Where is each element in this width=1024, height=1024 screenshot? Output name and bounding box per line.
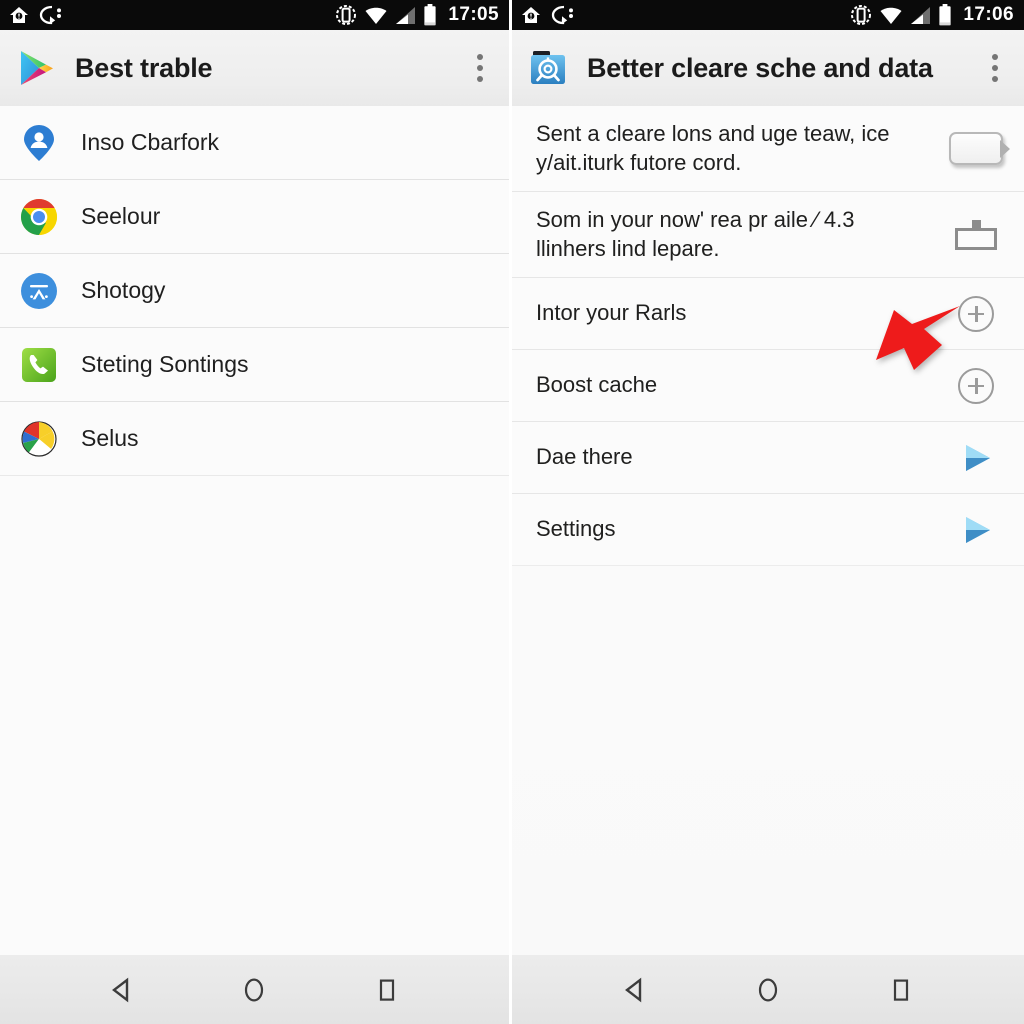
cellular-signal-icon [911,6,931,24]
list-item[interactable]: Seelour [0,180,509,254]
list-item-text: Sent a cleare lons and uge teaw, ice y/a… [536,120,946,176]
chrome-icon [18,196,60,238]
system-status-icons: 17:05 [335,4,499,26]
list-item-label: Seelour [81,203,161,229]
outlined-rect-icon[interactable] [955,219,997,250]
right-action-bar: Better cleare sche and data [512,30,1024,110]
overflow-menu-icon[interactable] [467,48,493,88]
list-item-widget[interactable] [946,295,1006,332]
list-item-line1: Intor your Rarls [536,300,687,326]
list-item-line1: Som in your now' rea pr aile ⁄ 4.3 [536,207,855,233]
back-button[interactable] [608,963,662,1017]
list-item[interactable]: Sent a cleare lons and uge teaw, ice y/a… [512,106,1024,192]
list-item-label: Shotogy [81,277,166,303]
list-item[interactable]: Inso Cbarfork [0,106,509,180]
screen-rotate-icon [851,5,872,25]
left-status-bar: 17:05 [0,0,509,30]
sync-off-icon [39,5,61,25]
screen-rotate-icon [336,5,357,25]
list-item[interactable]: Steting Sontings [0,328,509,402]
battery-icon [424,4,436,26]
green-phone-icon [18,344,60,386]
right-content-area: Sent a cleare lons and uge teaw, ice y/a… [512,106,1024,955]
right-navigation-bar [512,955,1024,1024]
sync-off-icon [551,5,573,25]
wifi-icon [365,7,387,24]
plus-circle-icon[interactable] [958,295,994,332]
list-item-line1: Settings [536,516,616,542]
list-item-line1: Sent a cleare lons and uge teaw, ice [536,121,890,147]
battery-icon [939,4,951,26]
list-item-line2: y/ait.iturk futore cord. [536,149,742,175]
status-bar-clock: 17:06 [963,4,1014,25]
list-item[interactable]: Selus [0,402,509,476]
page-title: Better cleare sche and data [587,52,933,83]
home-button[interactable] [227,963,281,1017]
recents-button[interactable] [874,963,928,1017]
list-item[interactable]: Settings [512,494,1024,566]
color-wheel-icon [18,418,60,460]
list-item-widget[interactable] [946,511,1006,549]
system-status-icons: 17:06 [850,4,1014,26]
list-item[interactable]: Shotogy [0,254,509,328]
wifi-icon [880,7,902,24]
app-list: Inso Cbarfork Seelour Shotogy Steting So… [0,106,509,476]
left-navigation-bar [0,955,509,1024]
recents-button[interactable] [360,963,414,1017]
plus-circle-icon[interactable] [958,367,994,404]
left-action-bar: Best trable [0,30,509,110]
list-item-text: Settings [536,515,946,543]
page-title: Best trable [75,52,213,83]
home-alert-icon [522,7,540,23]
notification-icons [8,5,63,25]
blue-play-icon[interactable] [957,511,995,549]
toggle-switch-off[interactable] [949,132,1010,165]
list-item-text: Dae there [536,443,946,471]
list-item-label: Selus [81,425,139,451]
right-status-bar: 17:06 [512,0,1024,30]
settings-list: Sent a cleare lons and uge teaw, ice y/a… [512,106,1024,566]
list-item[interactable]: Boost cache [512,350,1024,422]
list-item[interactable]: Dae there [512,422,1024,494]
list-item-widget[interactable] [946,219,1006,250]
list-item-label: Steting Sontings [81,351,249,377]
account-pin-icon [18,122,60,164]
overflow-menu-icon[interactable] [982,48,1008,88]
left-content-area: Inso Cbarfork Seelour Shotogy Steting So… [0,106,509,955]
list-item-label: Inso Cbarfork [81,129,220,155]
appstore-a-icon [18,270,60,312]
right-phone-screen: 17:06 Better cleare sche and data Sent a… [512,0,1024,1024]
list-item[interactable]: Intor your Rarls [512,278,1024,350]
list-item-widget[interactable] [946,367,1006,404]
blue-play-icon[interactable] [957,439,995,477]
list-item[interactable]: Som in your now' rea pr aile ⁄ 4.3 llinh… [512,192,1024,278]
list-item-line2: llinhers lind lepare. [536,235,720,261]
left-phone-screen: 17:05 Best trable Inso Cbarfork Seelour … [0,0,512,1024]
list-item-line1: Dae there [536,444,633,470]
home-alert-icon [10,7,28,23]
list-item-widget[interactable] [946,132,1010,165]
list-item-line1: Boost cache [536,372,658,398]
notification-icons [520,5,575,25]
list-item-text: Boost cache [536,371,946,399]
list-item-text: Intor your Rarls [536,299,946,327]
dual-screenshot-container: 17:05 Best trable Inso Cbarfork Seelour … [0,0,1024,1024]
cellular-signal-icon [396,6,416,24]
status-bar-clock: 17:05 [448,4,499,25]
back-button[interactable] [95,963,149,1017]
home-button[interactable] [741,963,795,1017]
blue-folder-gear-icon [526,46,570,90]
google-play-icon [14,46,58,90]
list-item-text: Som in your now' rea pr aile ⁄ 4.3 llinh… [536,206,946,262]
list-item-widget[interactable] [946,439,1006,477]
